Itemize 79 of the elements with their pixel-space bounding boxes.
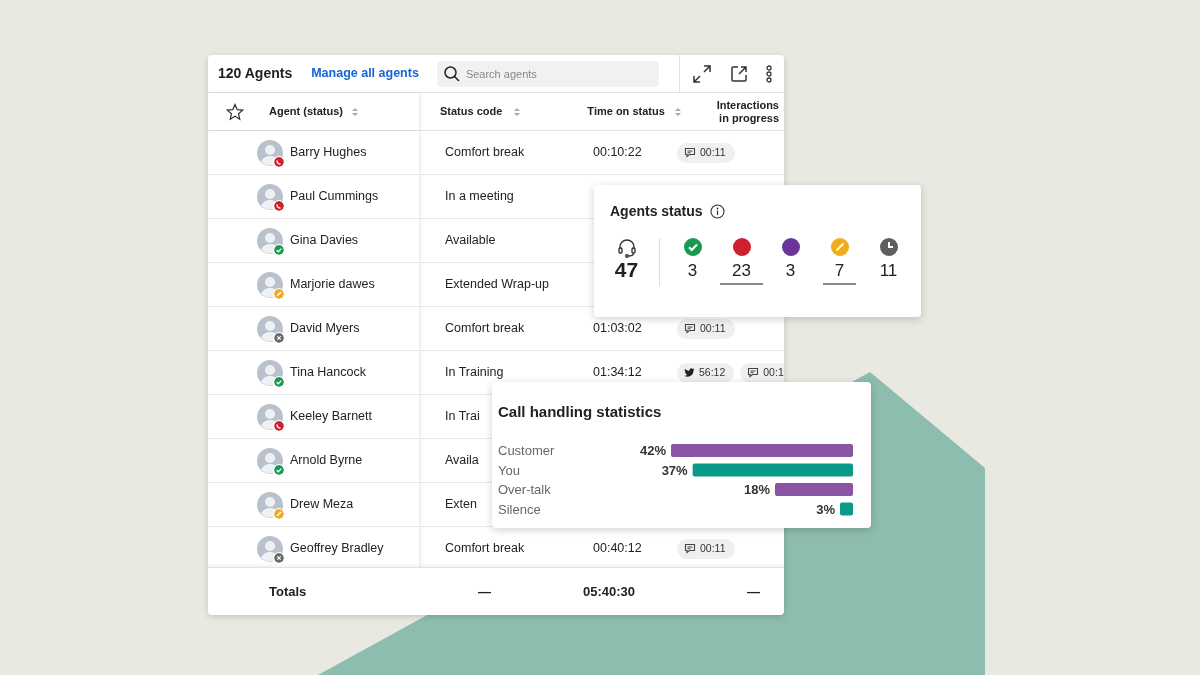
category-label: Customer (498, 442, 555, 458)
column-header[interactable]: Status code (440, 103, 503, 120)
column-header[interactable]: Agent (status) (269, 103, 343, 120)
totals-time: 05:40:30 (583, 582, 636, 601)
totals-interactions: — (747, 582, 760, 601)
manage-agents-link[interactable]: Manage all agents (311, 64, 419, 83)
search-field[interactable]: Search agents (436, 60, 659, 87)
status-count: 3 (784, 261, 797, 282)
card-title: Agents status (610, 202, 703, 221)
category-label: You (498, 462, 520, 477)
more-options-icon[interactable] (766, 64, 772, 83)
agent-name: Tina Hancock (290, 364, 366, 382)
agent-name: Drew Meza (290, 496, 354, 514)
avatar-placeholder (257, 359, 283, 386)
agent-name: Geoffrey Bradley (290, 540, 384, 558)
avatar-placeholder (257, 491, 283, 518)
status-code: In Training (445, 365, 504, 380)
expand-icon[interactable] (692, 63, 712, 84)
agent-name: Paul Cummings (290, 188, 379, 206)
avatar-placeholder (257, 271, 283, 298)
status-code: In Trai (445, 409, 480, 424)
search-icon (442, 64, 461, 83)
status-code: Extended Wrap-up (445, 277, 549, 292)
status-code: Availa (445, 453, 479, 468)
chat-icon (684, 147, 696, 158)
totals-label: Totals (269, 582, 308, 601)
interaction-chip[interactable]: 00:1 (740, 362, 784, 383)
chat-icon (684, 323, 696, 334)
chat-icon (684, 543, 696, 554)
avatar-placeholder (257, 139, 283, 166)
time-on-status: 00:10:22 (593, 145, 642, 160)
status-count[interactable]: 23 (720, 261, 763, 285)
avatar-placeholder (257, 447, 283, 474)
avatar-placeholder (257, 183, 283, 210)
column-header[interactable]: Time on status (587, 103, 665, 120)
avatar-placeholder (257, 403, 283, 430)
agent-name: Arnold Byrne (290, 452, 363, 470)
interaction-chip[interactable]: 00:11 (677, 538, 735, 559)
column-header[interactable]: Interactions in progress (715, 98, 779, 125)
external-link-icon[interactable] (730, 64, 748, 83)
panel-title: 120 Agents (218, 64, 293, 83)
headset-icon (616, 238, 637, 258)
status-count[interactable]: 7 (822, 261, 857, 285)
time-on-status: 00:40:12 (593, 541, 642, 556)
status-count: 11 (878, 261, 899, 282)
card-title: Call handling statistics (498, 402, 663, 422)
interaction-chip[interactable]: 56:12 (677, 362, 735, 383)
bar (840, 502, 853, 515)
category-label: Silence (498, 501, 541, 516)
agent-name: Keeley Barnett (290, 408, 372, 426)
time-on-status: 01:34:12 (593, 365, 642, 380)
agents-total: 47 (614, 258, 639, 282)
status-count: 3 (686, 261, 699, 282)
agent-name: Marjorie dawes (290, 276, 375, 294)
value-label: 18% (743, 481, 770, 497)
status-code: Exten (445, 497, 477, 512)
agent-name: David Myers (290, 320, 360, 338)
chat-icon (747, 367, 760, 378)
value-label: 42% (639, 442, 666, 458)
info-icon[interactable] (709, 204, 725, 219)
interaction-chip[interactable]: 00:11 (677, 142, 735, 163)
bird-icon (684, 367, 695, 378)
avatar-placeholder (257, 315, 283, 342)
value-label: 37% (661, 462, 688, 477)
interaction-chip[interactable]: 00:11 (677, 318, 735, 339)
avatar-placeholder (257, 535, 283, 562)
status-code: Comfort break (445, 541, 525, 556)
status-code: In a meeting (445, 189, 514, 204)
category-label: Over-talk (498, 481, 551, 497)
totals-status-code: — (478, 582, 492, 601)
time-on-status: 01:03:02 (593, 321, 642, 336)
value-label: 3% (816, 501, 835, 516)
status-code: Comfort break (445, 145, 525, 160)
star-icon[interactable] (226, 102, 244, 121)
status-code: Comfort break (445, 321, 525, 336)
agent-name: Gina Davies (290, 232, 359, 250)
status-code: Available (445, 233, 496, 248)
avatar-placeholder (257, 227, 283, 254)
agent-name: Barry Hughes (290, 144, 367, 162)
